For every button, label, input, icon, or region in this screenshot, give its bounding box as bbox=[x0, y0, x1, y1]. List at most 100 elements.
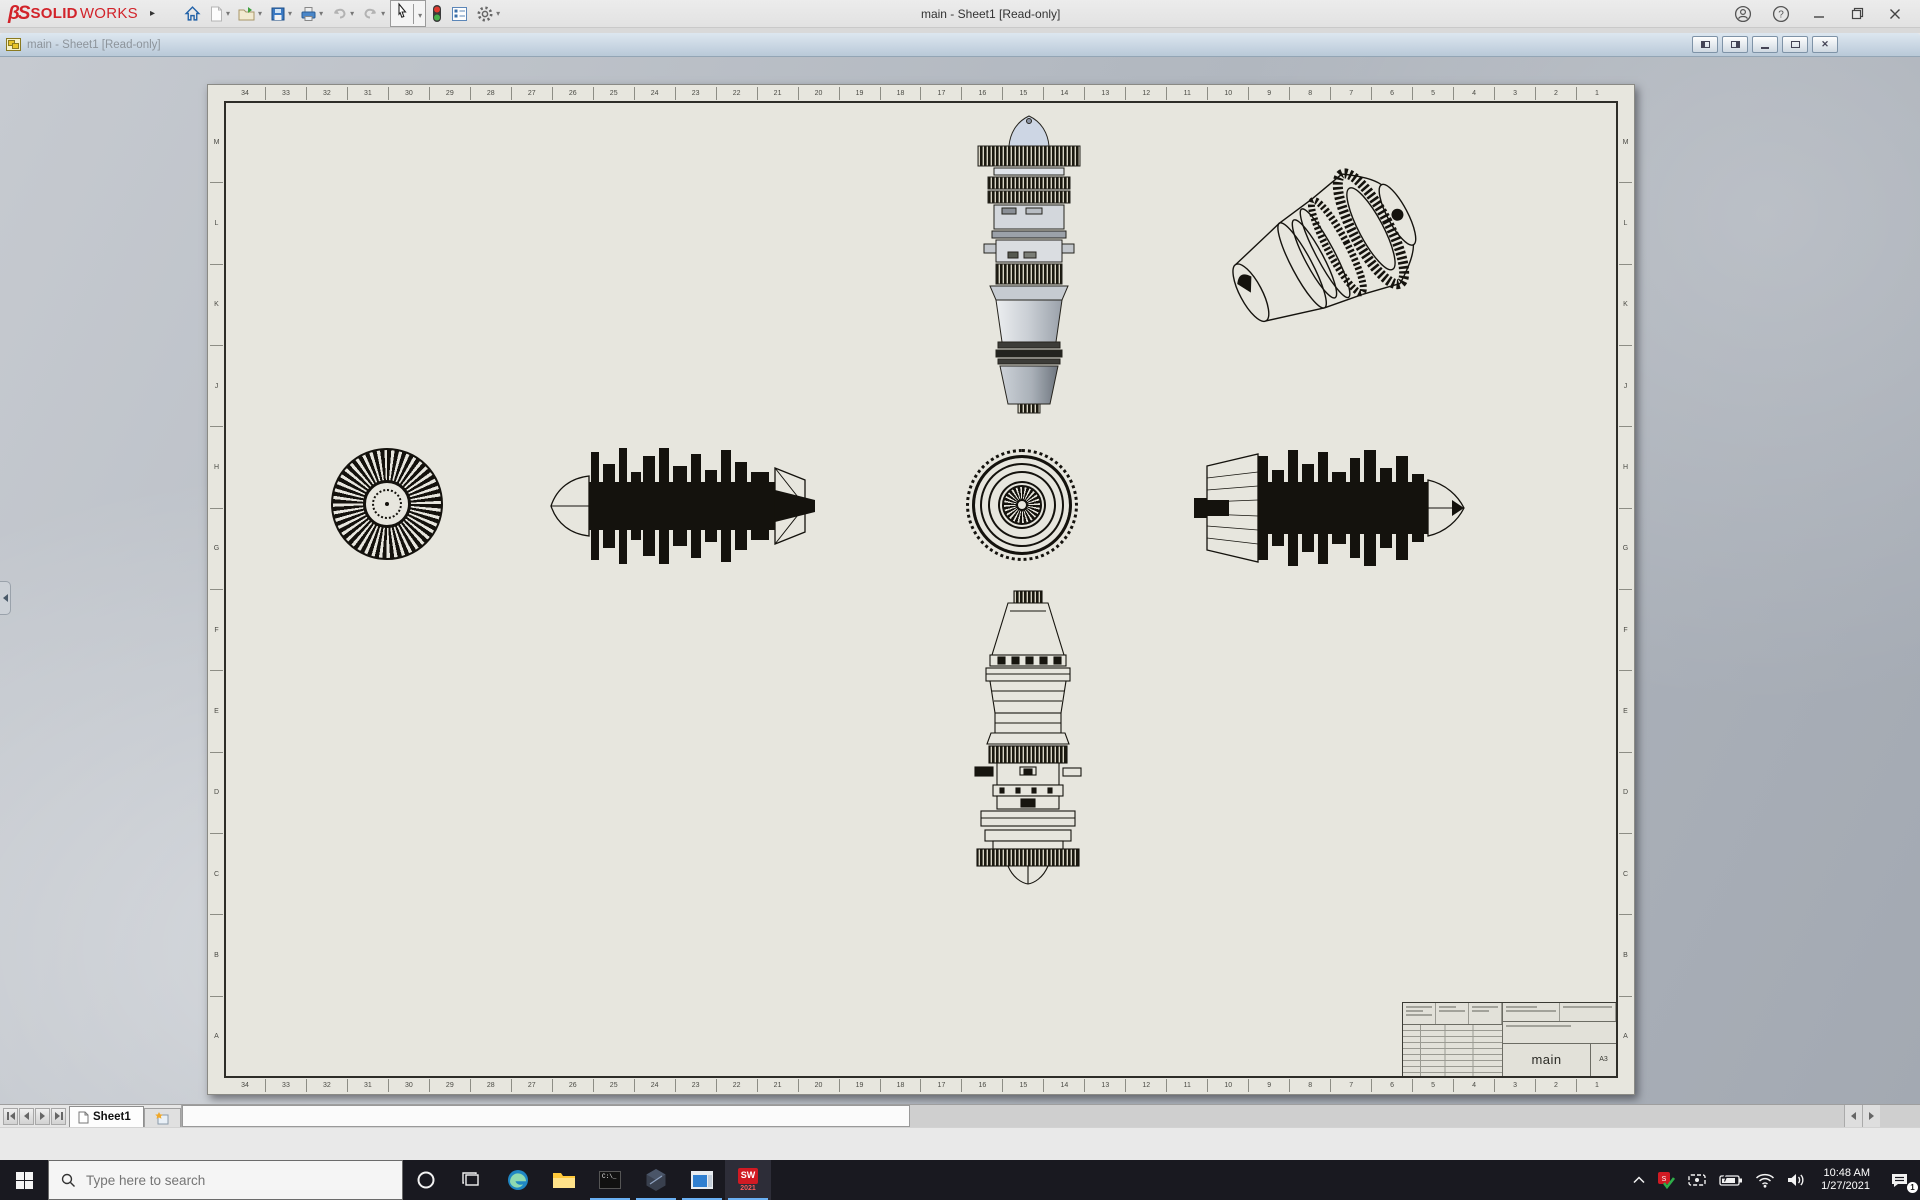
scroll-right-button[interactable] bbox=[1862, 1105, 1880, 1127]
select-tool-button[interactable] bbox=[391, 1, 413, 26]
options-button[interactable]: ▾ bbox=[473, 3, 503, 25]
minimize-button[interactable] bbox=[1810, 5, 1828, 23]
next-sheet-button[interactable] bbox=[35, 1108, 50, 1125]
first-sheet-button[interactable] bbox=[3, 1108, 18, 1125]
status-bar bbox=[0, 1127, 1920, 1160]
zone-label: 23 bbox=[676, 1079, 717, 1092]
cortana-button[interactable] bbox=[403, 1160, 449, 1200]
zone-label: 28 bbox=[471, 1079, 512, 1092]
zone-label: 5 bbox=[1413, 1079, 1454, 1092]
tray-solidworks-status[interactable]: S bbox=[1651, 1160, 1681, 1200]
zone-label: L bbox=[1619, 183, 1632, 264]
tray-battery-button[interactable] bbox=[1713, 1160, 1749, 1200]
zone-label: 4 bbox=[1454, 87, 1495, 100]
select-dropdown-button[interactable]: ▾ bbox=[413, 4, 425, 24]
fan-center bbox=[385, 502, 389, 506]
tray-wifi-button[interactable] bbox=[1749, 1160, 1781, 1200]
close-button[interactable] bbox=[1886, 5, 1904, 23]
solidworks-taskbar-button[interactable]: SW 2021 bbox=[725, 1160, 771, 1200]
previous-sheet-button[interactable] bbox=[19, 1108, 34, 1125]
tray-chevron-button[interactable] bbox=[1627, 1160, 1651, 1200]
start-button[interactable] bbox=[0, 1160, 48, 1200]
zone-label: 2 bbox=[1536, 87, 1577, 100]
action-center-button[interactable]: 1 bbox=[1878, 1160, 1920, 1200]
drawing-view-top[interactable] bbox=[964, 112, 1094, 414]
svg-text:?: ? bbox=[1778, 9, 1784, 20]
graphics-area[interactable]: 3433323130292827262524232221201918171615… bbox=[0, 57, 1920, 1104]
drawing-view-bottom[interactable] bbox=[968, 591, 1088, 884]
open-dropdown-arrow[interactable]: ▾ bbox=[258, 9, 262, 18]
add-sheet-tab[interactable] bbox=[144, 1108, 181, 1127]
last-sheet-button[interactable] bbox=[51, 1108, 66, 1125]
taskbar-search[interactable] bbox=[48, 1160, 403, 1200]
new-document-button[interactable]: ▾ bbox=[206, 4, 233, 24]
zone-label: 34 bbox=[225, 1079, 266, 1092]
blue-window-app-button[interactable] bbox=[679, 1160, 725, 1200]
restore-button[interactable] bbox=[1848, 5, 1866, 23]
collapse-arrow-icon bbox=[3, 594, 8, 602]
pane-left-button[interactable] bbox=[1692, 36, 1718, 53]
help-button[interactable]: ? bbox=[1772, 5, 1790, 23]
brand-flyout-arrow[interactable]: ▸ bbox=[150, 8, 155, 19]
undo-button[interactable]: ▾ bbox=[328, 4, 357, 23]
open-button[interactable]: ▾ bbox=[235, 4, 265, 24]
solidworks-logo[interactable]: βS SOLIDWORKS ▸ bbox=[8, 3, 155, 25]
zone-numbers-top: 3433323130292827262524232221201918171615… bbox=[225, 87, 1617, 100]
print-icon bbox=[300, 6, 317, 22]
print-button[interactable]: ▾ bbox=[297, 4, 326, 24]
hexagon-app-icon bbox=[645, 1168, 667, 1192]
home-button[interactable] bbox=[181, 3, 204, 24]
tray-snip-button[interactable] bbox=[1681, 1160, 1713, 1200]
account-button[interactable] bbox=[1734, 5, 1752, 23]
undo-icon bbox=[331, 6, 348, 21]
zone-label: 24 bbox=[635, 1079, 676, 1092]
doc-minimize-button[interactable] bbox=[1752, 36, 1778, 53]
tray-volume-button[interactable] bbox=[1781, 1160, 1813, 1200]
print-dropdown-arrow[interactable]: ▾ bbox=[319, 9, 323, 18]
search-input[interactable] bbox=[86, 1173, 356, 1188]
feature-panel-collapse-handle[interactable] bbox=[0, 581, 11, 615]
zone-label: 21 bbox=[758, 1079, 799, 1092]
sheet-tab-bar: Sheet1 bbox=[0, 1104, 1920, 1127]
drawing-sheet[interactable]: 3433323130292827262524232221201918171615… bbox=[207, 84, 1635, 1095]
drawing-view-isometric[interactable] bbox=[1218, 151, 1448, 347]
pane-right-button[interactable] bbox=[1722, 36, 1748, 53]
redo-button[interactable]: ▾ bbox=[359, 4, 388, 23]
new-dropdown-arrow[interactable]: ▾ bbox=[226, 9, 230, 18]
zone-label: 15 bbox=[1003, 1079, 1044, 1092]
doc-close-button[interactable]: ✕ bbox=[1812, 36, 1838, 53]
save-button[interactable]: ▾ bbox=[267, 4, 295, 24]
file-explorer-button[interactable] bbox=[541, 1160, 587, 1200]
brand-bold: SOLID bbox=[30, 5, 77, 22]
rebuild-button[interactable] bbox=[428, 2, 446, 25]
zone-label: 27 bbox=[512, 1079, 553, 1092]
drawing-view-front-fan[interactable] bbox=[331, 448, 443, 560]
doc-restore-button[interactable] bbox=[1782, 36, 1808, 53]
zone-label: 30 bbox=[389, 87, 430, 100]
tab-sheet1[interactable]: Sheet1 bbox=[69, 1106, 144, 1127]
hexagon-app-button[interactable] bbox=[633, 1160, 679, 1200]
task-view-button[interactable] bbox=[449, 1160, 495, 1200]
undo-dropdown-arrow[interactable]: ▾ bbox=[350, 9, 354, 18]
drawing-view-left-side[interactable] bbox=[547, 446, 821, 566]
document-properties-button[interactable] bbox=[448, 4, 471, 24]
zone-label: 1 bbox=[1577, 1079, 1617, 1092]
horizontal-scrollbar[interactable] bbox=[181, 1105, 1920, 1127]
save-dropdown-arrow[interactable]: ▾ bbox=[288, 9, 292, 18]
quick-toolbar: ▾ ▾ ▾ ▾ ▾ ▾ bbox=[181, 0, 503, 27]
help-icon: ? bbox=[1772, 5, 1790, 23]
zone-label: F bbox=[1619, 590, 1632, 671]
options-dropdown-arrow[interactable]: ▾ bbox=[496, 9, 500, 18]
sheet-size: A3 bbox=[1590, 1044, 1616, 1076]
drawing-view-rear[interactable] bbox=[966, 449, 1078, 561]
zone-label: C bbox=[210, 834, 223, 915]
tray-clock[interactable]: 10:48 AM 1/27/2021 bbox=[1813, 1167, 1878, 1193]
redo-dropdown-arrow[interactable]: ▾ bbox=[381, 9, 385, 18]
drawing-view-right-side[interactable] bbox=[1194, 448, 1468, 568]
scrollbar-thumb[interactable] bbox=[182, 1105, 910, 1127]
zone-label: 25 bbox=[594, 1079, 635, 1092]
scroll-left-button[interactable] bbox=[1844, 1105, 1862, 1127]
zone-label: 26 bbox=[553, 87, 594, 100]
edge-button[interactable] bbox=[495, 1160, 541, 1200]
command-prompt-button[interactable]: C:\_ bbox=[587, 1160, 633, 1200]
